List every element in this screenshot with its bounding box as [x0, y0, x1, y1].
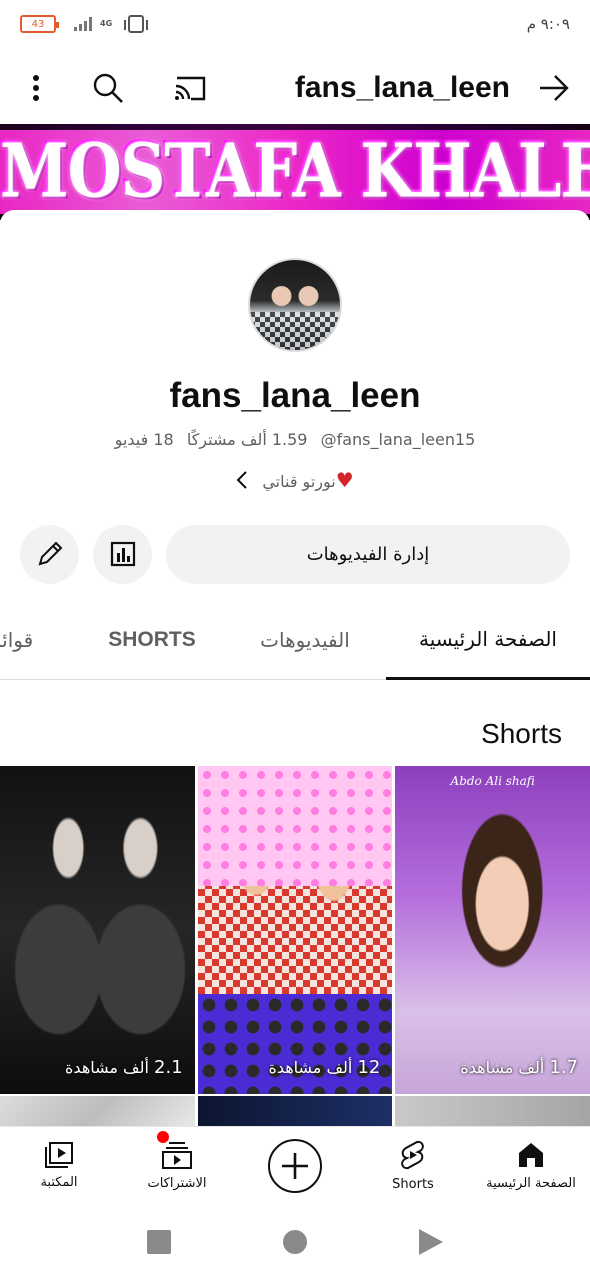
- status-icons: 43 4G: [20, 15, 149, 33]
- short-thumbnail[interactable]: [395, 1096, 590, 1126]
- status-time: ٩:٠٩ م: [526, 15, 570, 33]
- short-thumbnail[interactable]: [0, 1096, 195, 1126]
- status-bar: 43 4G ٩:٠٩ م: [0, 0, 590, 48]
- pencil-icon: [38, 541, 62, 566]
- home-icon: [519, 1143, 543, 1167]
- channel-tabs: قوائم SHORTS الفيديوهات الصفحة الرئيسية: [0, 600, 590, 680]
- short-thumbnail[interactable]: [197, 1096, 393, 1126]
- chevron-left-icon: [236, 471, 248, 489]
- nav-subscriptions[interactable]: الاشتراكات: [118, 1127, 236, 1204]
- short-thumbnail[interactable]: 12 ألف مشاهدة: [197, 766, 393, 1094]
- nav-home[interactable]: الصفحة الرئيسية: [472, 1127, 590, 1204]
- vibrate-icon: [124, 15, 149, 33]
- channel-actions: إدارة الفيديوهات: [20, 524, 570, 584]
- nav-library-label: المكتبة: [40, 1175, 78, 1190]
- manage-videos-button[interactable]: إدارة الفيديوهات: [166, 524, 570, 584]
- video-count: 18 فيديو: [114, 430, 174, 449]
- short-views: 2.1 ألف مشاهدة: [65, 1057, 183, 1078]
- tab-shorts[interactable]: SHORTS: [90, 600, 214, 680]
- shorts-second-row: [0, 1096, 590, 1126]
- nav-create[interactable]: [236, 1127, 354, 1204]
- network-type: 4G: [100, 19, 113, 28]
- analytics-icon: [110, 541, 135, 567]
- banner-text: MOSTAFA KHALED: [0, 126, 590, 215]
- analytics-button[interactable]: [93, 524, 152, 584]
- top-app-bar: fans_lana_leen: [0, 52, 590, 124]
- page-title: fans_lana_leen: [294, 71, 510, 104]
- short-thumbnail[interactable]: 2.1 ألف مشاهدة: [0, 766, 195, 1094]
- channel-name: fans_lana_leen: [169, 376, 421, 415]
- heart-icon: ♥: [335, 468, 354, 492]
- avatar[interactable]: [248, 258, 342, 352]
- description-text: نورتو قناتي: [262, 472, 336, 491]
- shorts-section-title: Shorts: [481, 718, 562, 749]
- nav-subscriptions-label: الاشتراكات: [147, 1176, 207, 1191]
- edit-channel-button[interactable]: [20, 524, 79, 584]
- short-thumbnail[interactable]: Abdo Ali shafi 1.7 ألف مشاهدة: [395, 766, 590, 1094]
- channel-description[interactable]: ♥نورتو قناتي: [0, 468, 590, 492]
- plus-icon: [282, 1152, 308, 1179]
- tab-playlists[interactable]: قوائم: [0, 600, 46, 680]
- nav-shorts-label: Shorts: [392, 1177, 434, 1192]
- signal-icon: [74, 17, 92, 31]
- short-views: 12 ألف مشاهدة: [268, 1057, 381, 1078]
- short-views: 1.7 ألف مشاهدة: [460, 1057, 579, 1078]
- recents-icon[interactable]: [147, 1230, 171, 1254]
- system-nav-bar: [0, 1204, 590, 1280]
- tab-videos[interactable]: الفيديوهات: [230, 600, 380, 680]
- channel-handle: @fans_lana_leen15: [320, 430, 476, 449]
- nav-library[interactable]: المكتبة: [0, 1127, 118, 1204]
- bottom-nav: المكتبة الاشتراكات Shorts الصفحة الرئيسي…: [0, 1126, 590, 1204]
- shorts-grid: 2.1 ألف مشاهدة 12 ألف مشاهدة Abdo Ali sh…: [0, 766, 590, 1096]
- notification-dot: [157, 1131, 169, 1143]
- channel-banner: MOSTAFA KHALED: [0, 124, 590, 220]
- home-system-icon[interactable]: [283, 1230, 307, 1254]
- tab-home[interactable]: الصفحة الرئيسية: [386, 600, 590, 680]
- battery-level: 43: [31, 18, 45, 30]
- cast-icon[interactable]: [170, 68, 210, 108]
- search-icon[interactable]: [88, 68, 128, 108]
- back-system-icon[interactable]: [419, 1229, 443, 1255]
- subscriber-count: 1.59 ألف مشتركًا: [186, 430, 308, 449]
- create-button[interactable]: [268, 1138, 322, 1193]
- subscriptions-icon: [162, 1142, 192, 1169]
- thumbnail-watermark: Abdo Ali shafi: [450, 774, 535, 788]
- back-arrow-icon[interactable]: [534, 68, 574, 108]
- shorts-icon: [401, 1140, 424, 1170]
- library-icon: [45, 1142, 73, 1168]
- channel-meta: @fans_lana_leen15 1.59 ألف مشتركًا 18 في…: [0, 430, 590, 449]
- more-vert-icon[interactable]: [16, 68, 56, 108]
- battery-icon: 43: [20, 15, 59, 33]
- nav-home-label: الصفحة الرئيسية: [486, 1176, 576, 1191]
- nav-shorts[interactable]: Shorts: [354, 1127, 472, 1204]
